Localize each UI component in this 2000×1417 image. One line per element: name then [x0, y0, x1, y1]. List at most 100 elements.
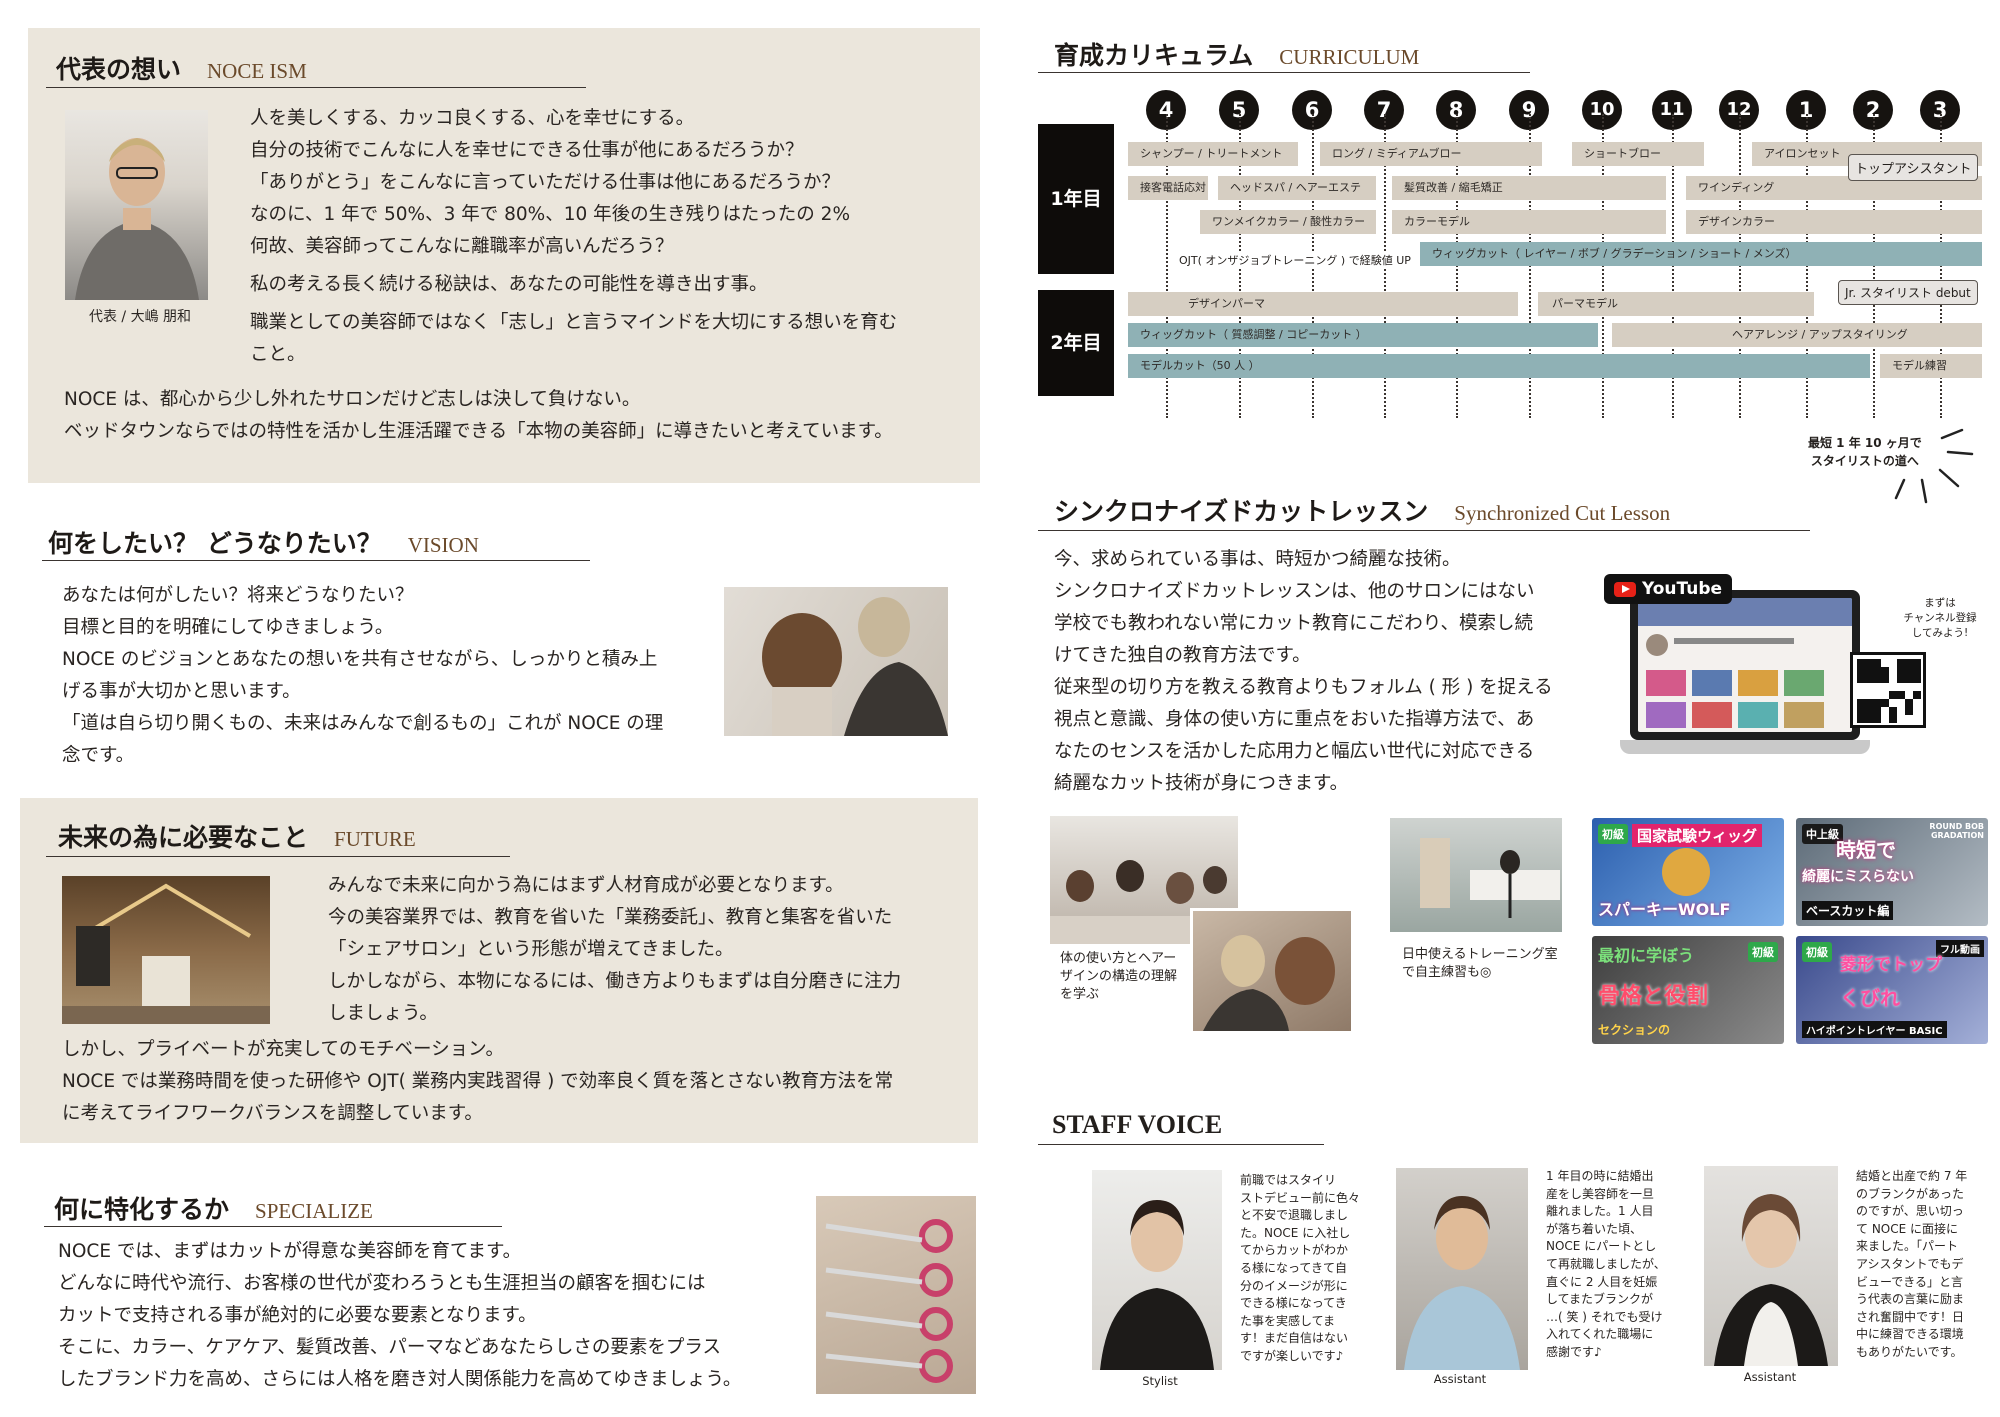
future-title-jp: 未来の為に必要なこと — [58, 823, 309, 852]
laptop-screen — [1630, 590, 1860, 740]
specialize-title-en: SPECIALIZE — [255, 1199, 373, 1223]
video-thumb-4[interactable]: 初級 フル動画 菱形でトップ くびれ ハイポイントレイヤー BASIC — [1796, 936, 1988, 1044]
future-line: に考えてライフワークバランスを調整しています。 — [62, 1103, 483, 1124]
thumb-mid: くびれ — [1840, 986, 1900, 1010]
future-heading: 未来の為に必要なこと FUTURE — [58, 818, 416, 854]
ism-title-jp: 代表の想い — [56, 55, 182, 84]
laptop-base — [1620, 740, 1870, 754]
sync-line: なたのセンスを活かした応用力と幅広い世代に対応できる — [1054, 741, 1535, 762]
curriculum-title-jp: 育成カリキュラム — [1054, 41, 1254, 70]
thumb-bottom: スパーキーWOLF — [1598, 900, 1731, 919]
voice-line: う代表の言葉に励ま — [1856, 1292, 1965, 1307]
staff-voice-1: 前職ではスタイリ ストデビュー前に色々 と不安で退職しまし た。NOCE に入社… — [1240, 1172, 1370, 1366]
vision-title-en: VISION — [407, 533, 479, 557]
bar-hair-arrange: ヘアアレンジ / アップスタイリング — [1612, 323, 1982, 347]
thumb-top: 菱形でトップ — [1840, 955, 1942, 975]
thumb-bottom: セクションの — [1598, 1023, 1671, 1037]
jr-stylist-tag: Jr. スタイリスト debut — [1838, 280, 1978, 305]
thumb-mid: 骨格と役割 — [1598, 984, 1709, 1009]
bar-wig-cut-1: ウィッグカット（ レイヤー / ボブ / グラデーション / ショート / メン… — [1420, 242, 1982, 266]
future-title-en: FUTURE — [334, 827, 416, 851]
specialize-heading: 何に特化するか SPECIALIZE — [54, 1190, 373, 1226]
channel-note-line: まずは — [1924, 597, 1956, 609]
sync-line: 視点と意識、身体の使い方に重点をおいた指導方法で、あ — [1054, 709, 1535, 730]
staff-portrait-icon — [1100, 1200, 1214, 1370]
owner-caption: 代表 / 大嶋 朋和 — [88, 309, 192, 325]
bar-reception: 接客電話応対 — [1128, 176, 1208, 200]
staff-role-1: Stylist — [1142, 1374, 1178, 1388]
specialize-line: カットで支持される事が絶対的に必要な要素となります。 — [58, 1305, 537, 1326]
vision-text: あなたは何がしたい？将来どうなりたい？ 目標と目的を明確にしてゆきましょう。 N… — [62, 580, 712, 772]
video-thumb-2[interactable]: 中上級 ROUND BOB GRADATION 時短で 綺麗にミスらない ベース… — [1796, 818, 1988, 926]
voice-line: のブランクがあった — [1856, 1186, 1965, 1201]
ism-line: 人を美しくする、カッコ良くする、心を幸せにする。 — [250, 108, 695, 129]
staff-photo-2 — [1396, 1168, 1528, 1370]
thumb-bottom: ハイポイントレイヤー BASIC — [1802, 1021, 1947, 1038]
future-line: NOCE では業務時間を使った研修や OJT( 業務内実践習得 ) で効率良く質… — [62, 1071, 894, 1092]
voice-line: 入れてくれた職場に — [1546, 1327, 1654, 1342]
voice-line: ビューできる」と言 — [1856, 1274, 1964, 1289]
youtube-label: YouTube — [1642, 579, 1723, 599]
bar-model-practice: モデル練習 — [1880, 354, 1982, 378]
voice-line: と不安で退職しまし — [1240, 1208, 1349, 1223]
vision-photo — [724, 587, 948, 736]
future-line: 今の美容業界では、教育を省いた「業務委託」、教育と集客を省いた — [328, 907, 893, 928]
ism-line: なのに、1 年で 50%、3 年で 80%、10 年後の生き残りはたったの 2% — [250, 204, 851, 225]
vision-line: あなたは何がしたい？将来どうなりたい？ — [62, 585, 414, 606]
specialize-line: NOCE では、まずはカットが得意な美容師を育てます。 — [58, 1241, 522, 1262]
voice-line: アシスタントでもデ — [1856, 1256, 1964, 1271]
sync-text: 今、求められている事は、時短かつ綺麗な技術。 シンクロナイズドカットレッスンは、… — [1054, 544, 1594, 800]
ojt-note: OJT( オンザジョブトレーニング ) で経験値 UP — [1176, 252, 1414, 268]
voice-line: のですが、思い切っ — [1856, 1204, 1964, 1219]
top-assistant-tag: トップアシスタント — [1848, 154, 1979, 181]
vision-line: NOCE のビジョンとあなたの想いを共有させながら、しっかりと積み上 — [62, 649, 658, 670]
voice-line: NOCE にパートとし — [1546, 1239, 1657, 1254]
bar-design-perm: デザインパーマ — [1128, 292, 1518, 316]
sync-line: けてきた独自の教育方法です。 — [1054, 645, 1311, 666]
voice-line: 前職ではスタイリ — [1240, 1173, 1337, 1187]
thumb-corner: フル動画 — [1936, 940, 1984, 957]
channel-note: まずは チャンネル登録 してみよう! — [1890, 596, 1990, 641]
channel-note-line: してみよう! — [1911, 627, 1969, 639]
ism-text-1: 人を美しくする、カッコ良くする、心を幸せにする。 自分の技術でこんなに人を幸せに… — [250, 103, 970, 371]
voice-line: 感謝です♪ — [1546, 1344, 1602, 1359]
caption-line: で自主練習も◎ — [1402, 965, 1492, 980]
lesson-caption-1: 体の使い方とヘアー ザインの構造の理解 を学ぶ — [1060, 950, 1190, 1004]
vision-line: げる事が大切かと思います。 — [62, 681, 301, 702]
voice-line: が落ち着いた頃、 — [1546, 1221, 1643, 1236]
bar-blow-short: ショートブロー — [1572, 142, 1704, 166]
video-thumb-1[interactable]: 初級 国家試験ウィッグ スパーキーWOLF — [1592, 818, 1784, 926]
channel-note-line: チャンネル登録 — [1903, 612, 1977, 624]
lesson-photo-closeup — [1190, 908, 1354, 1034]
thumb-corner: ROUND BOB GRADATION — [1929, 822, 1984, 840]
ism-line: 私の考える長く続ける秘訣は、あなたの可能性を導き出す事。 — [250, 274, 768, 295]
specialize-title-jp: 何に特化するか — [54, 1195, 230, 1224]
voice-line: 分のイメージが形に — [1240, 1278, 1348, 1293]
owner-photo — [65, 110, 208, 300]
voice-line: 直ぐに 2 人目を妊娠 — [1546, 1274, 1658, 1289]
ism-rule — [46, 87, 586, 88]
bar-onemake-color: ワンメイクカラー / 酸性カラー — [1200, 210, 1376, 234]
sync-line: 従来型の切り方を教える教育よりもフォルム ( 形 ) を捉える — [1054, 677, 1553, 698]
video-thumb-3[interactable]: 初級 最初に学ぼう 骨格と役割 セクションの — [1592, 936, 1784, 1044]
staff-voice-3: 結婚と出産で約 7 年 のブランクがあった のですが、思い切っ て NOCE に… — [1856, 1168, 1990, 1362]
qr-code-icon[interactable] — [1850, 652, 1926, 728]
staff-photo-1 — [1092, 1170, 1222, 1370]
specialize-line: そこに、カラー、ケアケア、髪質改善、パーマなどあなたらしさの要素をプラス — [58, 1337, 722, 1358]
sync-rule — [1038, 530, 1810, 531]
sync-heading: シンクロナイズドカットレッスン Synchronized Cut Lesson — [1054, 492, 1670, 528]
bar-shampoo: シャンプー / トリートメント — [1128, 142, 1298, 166]
youtube-badge: YouTube — [1604, 574, 1733, 604]
vision-title-jp: 何をしたい？ どうなりたい？ — [48, 529, 382, 558]
bar-wig-cut-2: ウィッグカット（ 質感調整 / コピーカット ） — [1128, 323, 1598, 347]
future-line: しかしながら、本物になるには、働き方よりもまずは自分磨きに注力 — [328, 971, 902, 992]
year2-label: 2年目 — [1038, 290, 1114, 396]
voice-line: る様になってきて自 — [1240, 1260, 1348, 1275]
sync-line: 綺麗なカット技術が身につきます。 — [1054, 773, 1349, 794]
thumb-top: 最初に学ぼう — [1598, 946, 1695, 965]
voice-line: 中に練習できる環境 — [1856, 1327, 1964, 1342]
voice-line: してまたブランクが — [1546, 1292, 1654, 1307]
ism-line: 何故、美容師ってこんなに離職率が高いんだろう？ — [250, 236, 674, 257]
staff-heading: STAFF VOICE — [1052, 1110, 1223, 1139]
voice-line: もありがたいです。 — [1856, 1344, 1963, 1359]
